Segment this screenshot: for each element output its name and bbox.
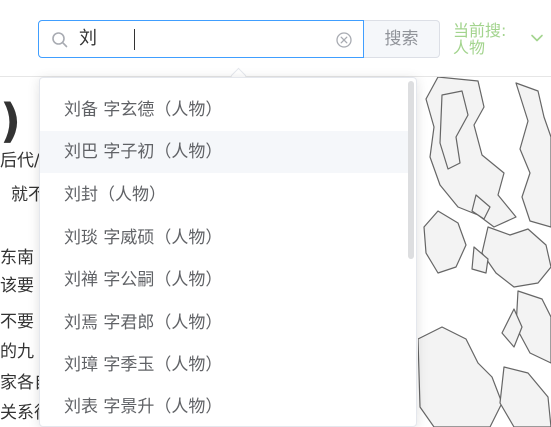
clear-icon[interactable] [335,31,353,49]
background-text-line: 的九 [0,342,34,362]
search-icon [52,32,68,48]
suggestion-item[interactable]: 刘巴 字子初（人物） [40,131,410,173]
current-search-label[interactable]: 当前搜: 人物 [453,22,523,56]
background-text-line: 东南 [0,248,34,268]
suggestion-item[interactable]: 刘琰 字威硕（人物） [40,217,410,259]
scrollbar[interactable] [408,81,414,259]
search-button[interactable]: 搜索 [364,20,440,58]
top-bar: 刘 搜索 当前搜: 人物 [0,0,551,77]
map-outline [418,77,551,427]
suggestions-dropdown: 刘备 字玄德（人物） 刘巴 字子初（人物） 刘封（人物） 刘琰 字威硕（人物） … [39,77,417,427]
suggestion-item[interactable]: 刘封（人物） [40,174,410,216]
search-input-value: 刘 [79,28,97,49]
background-text-line: 后代/ [0,151,40,171]
suggestion-item[interactable]: 刘璋 字季玉（人物） [40,344,410,386]
background-paren: ) [0,94,22,148]
chevron-down-icon[interactable] [529,30,545,46]
suggestion-item[interactable]: 刘禅 字公嗣（人物） [40,259,410,301]
background-text-line: 该要 [0,276,34,296]
suggestion-item[interactable]: 刘备 字玄德（人物） [40,89,410,131]
search-input[interactable]: 刘 [38,20,364,58]
background-text-line: 不要 [0,312,34,332]
text-cursor [134,29,135,50]
suggestion-item[interactable]: 刘表 字景升（人物） [40,386,410,426]
suggestion-item[interactable]: 刘焉 字君郎（人物） [40,302,410,344]
